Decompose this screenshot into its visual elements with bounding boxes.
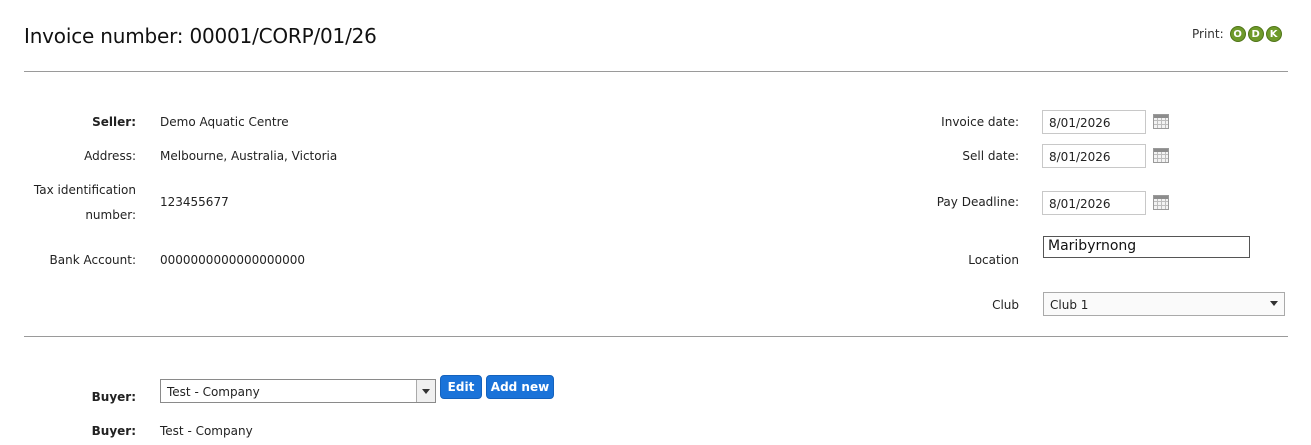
add-new-buyer-button[interactable]: Add new bbox=[486, 375, 554, 399]
seller-value: Demo Aquatic Centre bbox=[160, 115, 289, 129]
tax-id-label-line2: number: bbox=[85, 208, 136, 222]
page-title: Invoice number: 00001/CORP/01/26 bbox=[24, 24, 377, 48]
club-select[interactable]: Club 1 bbox=[1043, 292, 1285, 316]
seller-label: Seller: bbox=[92, 115, 136, 129]
invoice-date-input[interactable]: 8/01/2026 bbox=[1042, 110, 1146, 134]
edit-buyer-button[interactable]: Edit bbox=[440, 375, 482, 399]
club-select-value: Club 1 bbox=[1050, 298, 1089, 312]
header-divider bbox=[24, 71, 1288, 72]
pay-deadline-calendar-icon[interactable] bbox=[1153, 195, 1169, 210]
address-value: Melbourne, Australia, Victoria bbox=[160, 149, 338, 163]
sell-date-input[interactable]: 8/01/2026 bbox=[1042, 144, 1146, 168]
tax-id-label-line1: Tax identification bbox=[33, 183, 136, 197]
chevron-down-icon bbox=[1270, 301, 1278, 306]
print-d-button[interactable]: D bbox=[1247, 26, 1264, 42]
invoice-date-label: Invoice date: bbox=[941, 115, 1019, 129]
club-label: Club bbox=[992, 298, 1019, 312]
address-label: Address: bbox=[84, 149, 136, 163]
pay-deadline-input[interactable]: 8/01/2026 bbox=[1042, 191, 1146, 215]
location-label: Location bbox=[968, 253, 1019, 267]
pay-deadline-label: Pay Deadline: bbox=[936, 195, 1019, 209]
print-options: Print: O D K bbox=[1192, 26, 1282, 42]
buyer-label: Buyer: bbox=[91, 390, 136, 404]
bank-account-value: 0000000000000000000 bbox=[160, 253, 306, 267]
buyer-select[interactable]: Test - Company bbox=[160, 379, 436, 403]
print-o-button[interactable]: O bbox=[1229, 26, 1246, 42]
invoice-date-calendar-icon[interactable] bbox=[1153, 114, 1169, 129]
chevron-down-icon bbox=[416, 380, 435, 402]
section-divider bbox=[24, 336, 1288, 337]
sell-date-calendar-icon[interactable] bbox=[1153, 148, 1169, 163]
buyer-select-value: Test - Company bbox=[167, 385, 260, 399]
buyer-label-2: Buyer: bbox=[91, 424, 136, 438]
location-input[interactable]: Maribyrnong bbox=[1043, 236, 1250, 258]
print-label: Print: bbox=[1192, 27, 1224, 41]
tax-id-value: 123455677 bbox=[160, 195, 229, 209]
print-k-button[interactable]: K bbox=[1265, 26, 1282, 42]
sell-date-label: Sell date: bbox=[962, 149, 1019, 163]
buyer-value: Test - Company bbox=[160, 424, 253, 438]
bank-account-label: Bank Account: bbox=[49, 253, 136, 267]
